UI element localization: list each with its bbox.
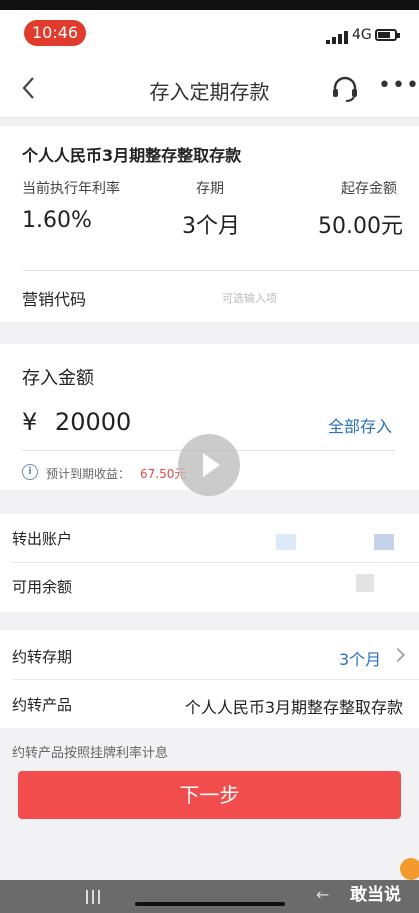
- rollover-note: 约转产品按照挂牌利率计息: [12, 746, 169, 761]
- rate-label: 当前执行年利率: [22, 181, 120, 197]
- amount-card: 存入金额 ¥ 20000 全部存入 i 预计到期收益： 67.50元: [0, 344, 419, 496]
- top-edge: [0, 0, 419, 10]
- network-type: 4G: [352, 27, 372, 43]
- deposit-all-button[interactable]: 全部存入: [328, 413, 392, 437]
- divider: [22, 270, 419, 271]
- amount-input[interactable]: ¥ 20000: [22, 408, 131, 436]
- status-time: 10:46: [24, 20, 86, 46]
- promo-code-input[interactable]: 可选输入项: [222, 290, 277, 306]
- expected-interest-label: 预计到期收益：: [46, 467, 131, 481]
- more-icon[interactable]: •••: [378, 75, 419, 97]
- play-icon[interactable]: [178, 434, 240, 496]
- available-balance-label: 可用余额: [12, 578, 73, 596]
- signal-icon: [326, 30, 348, 44]
- product-card: 个人人民币3月期整存整取存款 当前执行年利率 存期 起存金额 1.60% 3个月…: [0, 126, 419, 322]
- floating-badge-icon[interactable]: [400, 858, 419, 880]
- info-icon: i: [22, 464, 38, 480]
- account-value-blurred[interactable]: [374, 534, 394, 550]
- term-value: 3个月: [182, 214, 240, 239]
- recent-apps-icon[interactable]: [86, 890, 100, 904]
- rollover-product-value: 个人人民币3月期整存整取存款: [184, 698, 403, 717]
- rollover-product-label: 约转产品: [12, 696, 73, 714]
- product-name: 个人人民币3月期整存整取存款: [22, 146, 242, 165]
- account-value-blurred[interactable]: [276, 534, 296, 550]
- term-label: 存期: [196, 181, 224, 197]
- rollover-card: 约转存期 3个月 约转产品 个人人民币3月期整存整取存款: [0, 630, 419, 728]
- rollover-term-value[interactable]: 3个月: [339, 646, 381, 670]
- back-arrow-icon[interactable]: ←: [316, 885, 329, 904]
- next-button[interactable]: 下一步: [18, 771, 401, 819]
- rollover-term-label: 约转存期: [12, 648, 73, 666]
- from-account-label: 转出账户: [12, 530, 73, 548]
- amount-title: 存入金额: [22, 368, 94, 389]
- status-bar: 10:46 4G: [0, 10, 419, 58]
- home-indicator[interactable]: [135, 902, 285, 906]
- battery-icon: [375, 29, 400, 41]
- chevron-right-icon[interactable]: [390, 647, 406, 663]
- headset-icon[interactable]: [330, 74, 360, 104]
- account-card: 转出账户 可用余额: [0, 514, 419, 612]
- divider: [12, 679, 419, 680]
- watermark-logo: 敢当说: [350, 885, 401, 905]
- nav-bar: 存入定期存款 •••: [0, 58, 419, 118]
- currency-symbol: ¥: [22, 408, 38, 436]
- min-amount-label: 起存金额: [341, 181, 397, 197]
- amount-value[interactable]: 20000: [55, 408, 131, 436]
- promo-code-label: 营销代码: [22, 290, 87, 309]
- divider: [12, 562, 419, 563]
- rate-value: 1.60%: [22, 208, 92, 233]
- balance-value-blurred: [356, 574, 374, 592]
- min-amount-value: 50.00元: [318, 214, 403, 239]
